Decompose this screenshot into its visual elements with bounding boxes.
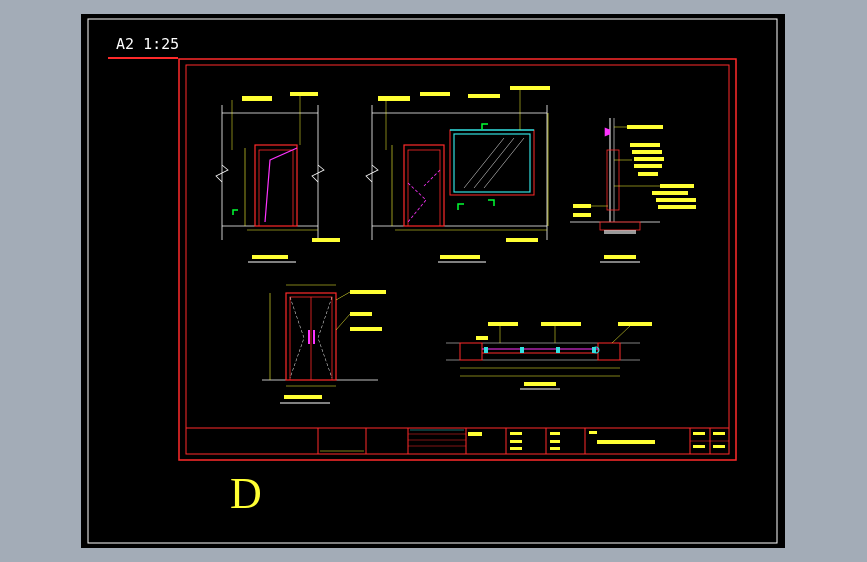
elevation-glass-partition [365, 86, 550, 263]
drawing-frame-outer [178, 58, 737, 461]
title-block [186, 427, 729, 454]
scale-label: A2 1:25 [116, 35, 180, 53]
cad-drawing [87, 18, 778, 544]
sheet-border [87, 18, 778, 544]
elevation-double-door [262, 284, 386, 404]
drawing-frame-inner [185, 64, 730, 455]
section-2-2 [570, 118, 696, 263]
sheet-mark: D [230, 469, 262, 518]
elevation-single-door [215, 92, 340, 263]
section-1-1 [446, 322, 652, 390]
